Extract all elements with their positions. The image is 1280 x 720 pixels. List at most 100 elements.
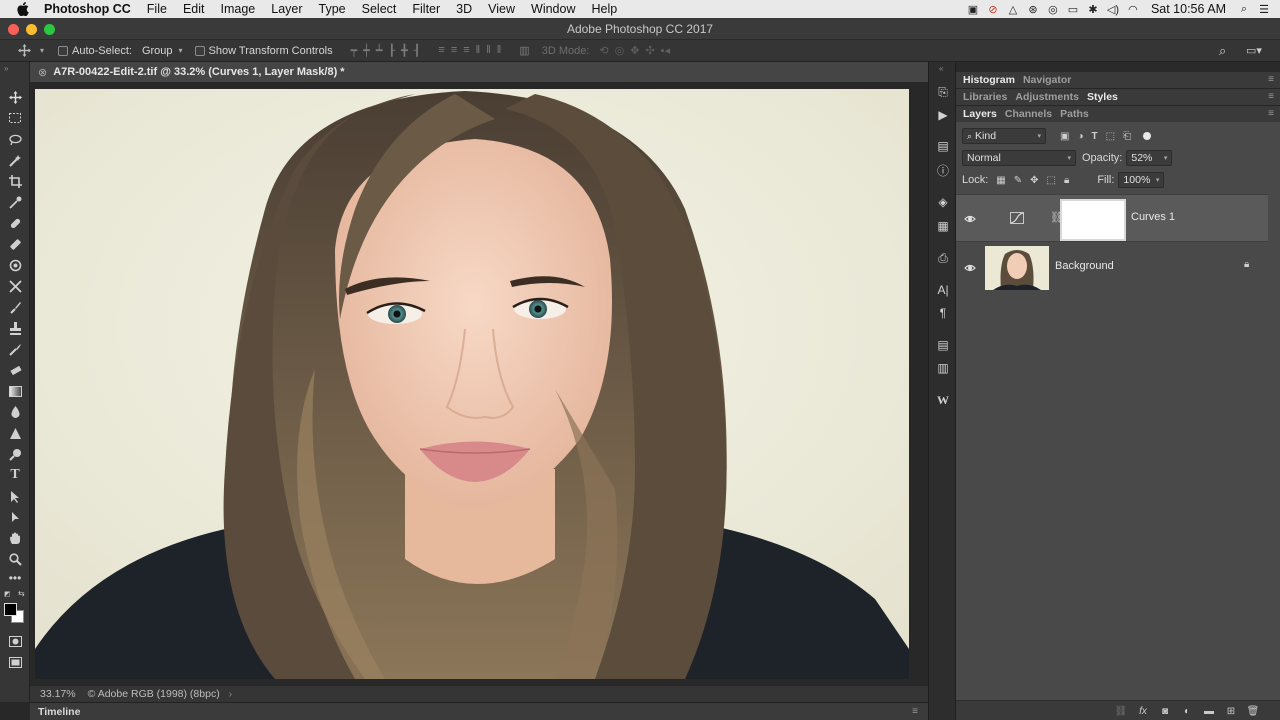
clone-stamp-tool-icon[interactable] [6, 256, 24, 274]
blur-tool-icon[interactable] [6, 403, 24, 421]
info-panel-icon[interactable]: ⓘ [934, 162, 952, 178]
paint-brush-tool-icon[interactable] [6, 298, 24, 316]
panel-menu-icon[interactable]: ≡ [1268, 108, 1274, 119]
filter-pixel-icon[interactable]: ▣ [1060, 131, 1069, 142]
stamp-tool-icon[interactable] [6, 319, 24, 337]
edit-toolbar-icon[interactable]: ••• [6, 569, 24, 587]
layer-row-background[interactable]: Background 🔒︎ [956, 244, 1268, 292]
fill-field[interactable]: 100% ▾ [1118, 172, 1165, 188]
document-tab[interactable]: ⊗ A7R-00422-Edit-2.tif @ 33.2% (Curves 1… [30, 62, 928, 82]
tab-adjustments[interactable]: Adjustments [1015, 91, 1079, 103]
3d-scale-icon[interactable]: ▪◂ [661, 44, 670, 57]
tab-channels[interactable]: Channels [1005, 108, 1052, 120]
swap-colors-icon[interactable]: ⇆ [18, 589, 25, 598]
tab-libraries[interactable]: Libraries [963, 91, 1007, 103]
history-brush-tool-icon[interactable] [6, 277, 24, 295]
menu-file[interactable]: File [139, 2, 175, 16]
device-preview-icon[interactable]: ▤ [934, 138, 952, 154]
filter-shape-icon[interactable]: ⬚ [1106, 131, 1115, 142]
3d-panel-icon[interactable]: ◈ [934, 194, 952, 210]
menu-view[interactable]: View [480, 2, 523, 16]
panel-menu-icon[interactable]: ≡ [1268, 91, 1274, 102]
zoom-level[interactable]: 33.17% [40, 688, 76, 700]
screen-mode-icon[interactable] [6, 653, 24, 671]
layer-style-fx-icon[interactable]: fx [1136, 704, 1150, 718]
bluetooth-icon[interactable]: ✱ [1083, 0, 1103, 18]
auto-select-dropdown[interactable]: Group ▾ [142, 45, 183, 57]
menu-help[interactable]: Help [584, 2, 626, 16]
search-icon[interactable]: ⌕ [1219, 43, 1226, 59]
auto-align-icon[interactable]: ▥ [519, 44, 529, 57]
clone-source-icon[interactable]: ⎙ [934, 250, 952, 266]
brush-tool-icon[interactable] [6, 235, 24, 253]
tab-histogram[interactable]: Histogram [963, 74, 1015, 86]
new-group-icon[interactable]: ▬ [1202, 704, 1216, 718]
distribute-left-icon[interactable]: ‖ [476, 44, 481, 57]
lock-transparent-icon[interactable]: ▦ [996, 175, 1005, 186]
tab-styles[interactable]: Styles [1087, 91, 1118, 103]
drive-icon[interactable]: △ [1003, 0, 1023, 18]
eyedropper-tool-icon[interactable] [6, 193, 24, 211]
foreground-color-swatch[interactable] [4, 603, 17, 616]
3d-slide-icon[interactable]: ✣ [645, 44, 654, 57]
3d-orbit-icon[interactable]: ⟲ [599, 44, 608, 57]
workspace-switcher-icon[interactable]: ▭▾ [1246, 44, 1262, 57]
auto-select-checkbox[interactable] [58, 45, 69, 56]
actions-panel-icon[interactable]: ▶ [934, 107, 952, 123]
distribute-bottom-icon[interactable]: ≡ [463, 44, 469, 57]
panel-menu-icon[interactable]: ≡ [1268, 74, 1274, 85]
menu-edit[interactable]: Edit [175, 2, 213, 16]
menu-filter[interactable]: Filter [404, 2, 448, 16]
apple-logo-icon[interactable] [14, 0, 32, 18]
layer-filter-dropdown[interactable]: ⌕ Kind ▾ [962, 128, 1046, 144]
align-left-icon[interactable]: ┠ [389, 44, 396, 57]
spotlight-search-icon[interactable]: ⌕ [1234, 0, 1254, 18]
layer-name[interactable]: Curves 1 [1131, 211, 1175, 223]
tab-layers[interactable]: Layers [963, 108, 997, 120]
default-colors-icon[interactable]: ◩ [4, 590, 11, 598]
align-bottom-icon[interactable]: ┷ [376, 44, 383, 57]
tab-paths[interactable]: Paths [1060, 108, 1089, 120]
new-layer-icon[interactable]: ⊞ [1224, 704, 1238, 718]
menu-select[interactable]: Select [354, 2, 405, 16]
distribute-right-icon[interactable]: ‖ [497, 44, 502, 57]
delete-layer-icon[interactable]: 🗑︎ [1246, 704, 1260, 718]
volume-icon[interactable]: ◁) [1103, 0, 1123, 18]
lock-artboard-icon[interactable]: ⬚ [1047, 175, 1056, 186]
chevron-down-icon[interactable]: ▾ [40, 46, 44, 55]
close-document-icon[interactable]: ⊗ [38, 66, 47, 79]
show-transform-checkbox[interactable] [194, 45, 205, 56]
3d-pan-icon[interactable]: ✥ [630, 44, 639, 57]
healing-brush-tool-icon[interactable] [6, 214, 24, 232]
align-hcenter-icon[interactable]: ╋ [401, 44, 408, 57]
tab-navigator[interactable]: Navigator [1023, 74, 1071, 86]
visibility-eye-icon[interactable] [964, 262, 976, 274]
layer-thumbnail[interactable] [985, 246, 1049, 290]
align-top-icon[interactable]: ┯ [351, 44, 358, 57]
direct-selection-tool-icon[interactable] [6, 508, 24, 526]
timeline-panel[interactable]: Timeline ≡ [30, 702, 928, 720]
lock-position-icon[interactable]: ✥ [1030, 175, 1038, 186]
menu-layer[interactable]: Layer [263, 2, 310, 16]
link-layers-icon[interactable]: ⛓ [1114, 704, 1128, 718]
screen-record-icon[interactable]: ▣ [963, 0, 983, 18]
menu-image[interactable]: Image [213, 2, 264, 16]
filter-adjustment-icon[interactable]: ◑ [1077, 131, 1083, 142]
stop-icon[interactable]: ⊘ [983, 0, 1003, 18]
curves-adjustment-icon[interactable] [1010, 212, 1024, 224]
document-image[interactable] [35, 89, 909, 679]
path-selection-tool-icon[interactable] [6, 487, 24, 505]
color-profile-info[interactable]: © Adobe RGB (1998) (8bpc) › [88, 688, 233, 700]
distribute-top-icon[interactable]: ≡ [438, 44, 444, 57]
layer-row-curves[interactable]: ⛓ Curves 1 [956, 194, 1268, 242]
3d-roll-icon[interactable]: ◎ [615, 44, 625, 57]
dock-collapse-icon[interactable]: « [939, 64, 943, 73]
pen-tool-icon[interactable] [6, 445, 24, 463]
filter-toggle-icon[interactable] [1143, 132, 1152, 140]
notification-center-icon[interactable]: ☰ [1254, 0, 1274, 18]
menu-3d[interactable]: 3D [448, 2, 480, 16]
move-tool-preset-icon[interactable] [18, 44, 40, 57]
menu-window[interactable]: Window [523, 2, 583, 16]
zoom-tool-icon[interactable] [6, 550, 24, 568]
character-panel-icon[interactable]: A| [934, 282, 952, 298]
